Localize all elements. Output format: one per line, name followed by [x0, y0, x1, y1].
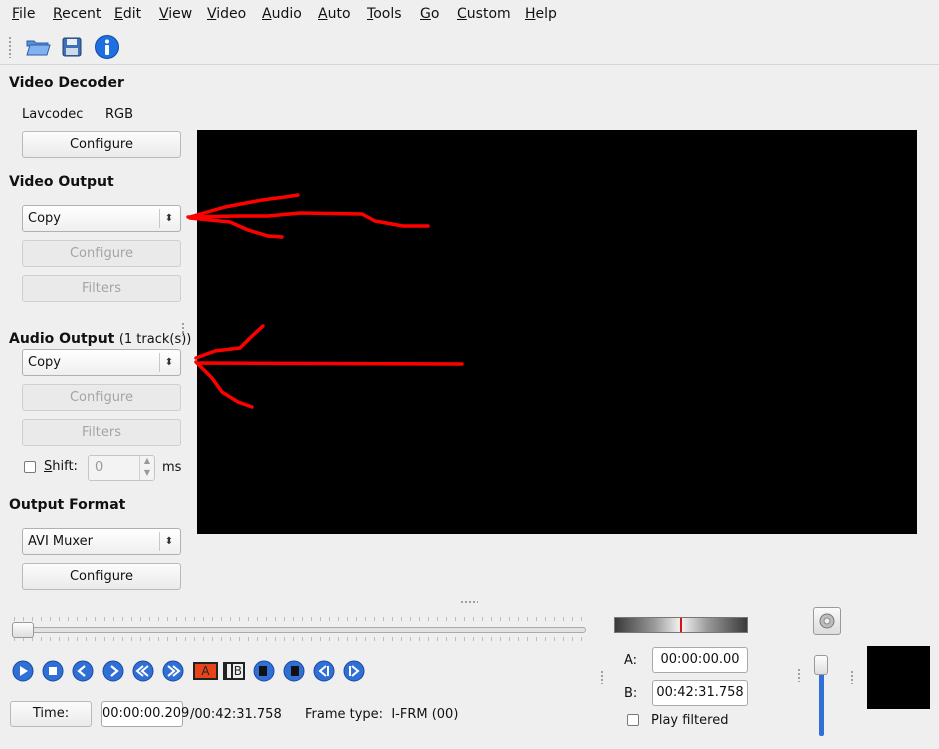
video-output-filters-button[interactable]: Filters — [22, 275, 181, 302]
seek-handle[interactable] — [12, 622, 34, 638]
play-filtered-label: Play filtered — [651, 713, 729, 728]
menu-custom[interactable]: Custom — [457, 6, 511, 22]
marker-b-label: B — [223, 662, 245, 680]
spin-down-icon[interactable]: ▼ — [139, 468, 154, 480]
menu-video[interactable]: Video — [207, 6, 246, 22]
output-format-configure-button[interactable]: Configure — [22, 563, 181, 590]
marker-b-title: B: — [624, 686, 638, 701]
seek-ticks-bottom — [14, 637, 586, 641]
menu-go[interactable]: Go — [420, 6, 439, 22]
video-preview — [197, 130, 917, 534]
menu-bar: File Recent Edit View Video Audio Auto T… — [0, 0, 939, 29]
volume-slider-track[interactable] — [819, 672, 824, 736]
video-output-select[interactable]: Copy ⬍ — [22, 205, 181, 232]
menu-help[interactable]: Help — [525, 6, 557, 22]
set-marker-b-button[interactable]: B — [223, 660, 249, 682]
video-decoder-colorspace: RGB — [105, 107, 134, 122]
goto-start-icon[interactable] — [313, 660, 335, 682]
volume-grip[interactable] — [797, 668, 801, 682]
stop-icon[interactable] — [42, 660, 64, 682]
frame-type: Frame type: I-FRM (00) — [305, 707, 459, 722]
play-filtered-checkbox[interactable] — [627, 714, 639, 726]
preview-grip[interactable] — [850, 670, 854, 684]
output-format-title: Output Format — [9, 497, 126, 513]
audio-output-title: Audio Output — [9, 331, 115, 347]
audio-output-selected: Copy — [28, 355, 61, 370]
audio-output-header: Audio Output (1 track(s)) — [9, 331, 191, 347]
current-time-input[interactable]: 00:00:00.209 — [101, 701, 189, 727]
time-button[interactable]: Time: — [10, 701, 92, 727]
output-format-selected: AVI Muxer — [28, 534, 94, 549]
mini-preview — [867, 646, 930, 709]
marker-a-title: A: — [624, 653, 638, 668]
audio-output-filters-button[interactable]: Filters — [22, 419, 181, 446]
menu-view[interactable]: View — [159, 6, 192, 22]
updown-arrow-icon: ⬍ — [164, 213, 174, 224]
next-frame-icon[interactable] — [102, 660, 124, 682]
video-decoder-codec: Lavcodec — [22, 107, 84, 122]
previous-frame-icon[interactable] — [72, 660, 94, 682]
menu-auto[interactable]: Auto — [318, 6, 351, 22]
audio-output-select[interactable]: Copy ⬍ — [22, 349, 181, 376]
goto-marker-a-icon[interactable] — [253, 660, 275, 682]
marker-a-time-field[interactable]: 00:00:00.00 — [652, 647, 748, 673]
video-decoder-title: Video Decoder — [9, 75, 124, 91]
shift-unit: ms — [162, 460, 182, 475]
panel-splitter-grip[interactable] — [181, 322, 185, 336]
menu-file[interactable]: File — [12, 6, 35, 22]
toolbar — [0, 29, 939, 65]
set-marker-a-button[interactable]: A — [193, 660, 219, 682]
video-output-selected: Copy — [28, 211, 61, 226]
marker-a-label: A — [193, 662, 218, 680]
speaker-icon — [819, 613, 835, 629]
menu-edit[interactable]: Edit — [114, 6, 141, 22]
shift-value: 0 — [95, 460, 104, 475]
previous-keyframe-icon[interactable] — [132, 660, 154, 682]
toolbar-grip[interactable] — [8, 36, 12, 58]
updown-arrow-icon: ⬍ — [164, 357, 174, 368]
menu-audio[interactable]: Audio — [262, 6, 302, 22]
shift-spinbox[interactable]: 0 ▲ ▼ — [88, 455, 155, 481]
info-icon[interactable] — [93, 33, 121, 61]
shift-checkbox[interactable] — [24, 461, 36, 473]
audio-output-configure-button[interactable]: Configure — [22, 384, 181, 411]
seek-slider[interactable] — [14, 627, 586, 633]
open-folder-icon[interactable] — [24, 33, 52, 61]
shift-label: Shift: — [44, 459, 78, 474]
video-output-configure-button[interactable]: Configure — [22, 240, 181, 267]
volume-button[interactable] — [813, 607, 841, 635]
marker-b-time-field[interactable]: 00:42:31.758 — [652, 680, 748, 706]
goto-marker-b-icon[interactable] — [283, 660, 305, 682]
ab-panel-grip[interactable] — [600, 670, 604, 684]
seek-ticks-top — [14, 617, 586, 621]
video-decoder-configure-button[interactable]: Configure — [22, 131, 181, 158]
horizontal-splitter-grip[interactable] — [460, 600, 478, 604]
spin-up-icon[interactable]: ▲ — [139, 456, 154, 468]
volume-slider-handle[interactable] — [814, 655, 828, 675]
goto-end-icon[interactable] — [343, 660, 365, 682]
menu-tools[interactable]: Tools — [367, 6, 402, 22]
jog-indicator — [680, 618, 682, 632]
play-icon[interactable] — [12, 660, 34, 682]
save-disk-icon[interactable] — [58, 33, 86, 61]
total-time: /00:42:31.758 — [190, 707, 282, 722]
menu-recent[interactable]: Recent — [53, 6, 101, 22]
next-keyframe-icon[interactable] — [162, 660, 184, 682]
jog-shuttle[interactable] — [614, 617, 748, 633]
updown-arrow-icon: ⬍ — [164, 536, 174, 547]
video-output-title: Video Output — [9, 174, 114, 190]
output-format-select[interactable]: AVI Muxer ⬍ — [22, 528, 181, 555]
